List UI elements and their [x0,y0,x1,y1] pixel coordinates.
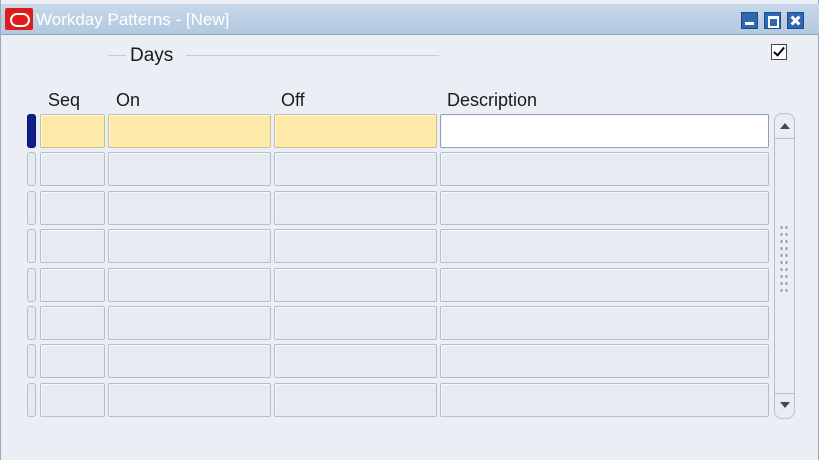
description-field[interactable] [440,344,769,378]
close-icon[interactable] [787,12,804,29]
description-field[interactable] [440,191,769,225]
scroll-up-arrow-icon[interactable] [776,117,793,137]
row-selector[interactable] [27,152,36,186]
seq-field[interactable] [40,306,105,340]
description-field[interactable] [440,268,769,302]
on-field[interactable] [108,268,271,302]
window-title: Workday Patterns - [New] [36,10,230,29]
row-selector[interactable] [27,306,36,340]
off-field[interactable] [274,152,437,186]
scroll-separator [775,138,794,139]
minimize-icon[interactable] [741,12,758,29]
off-field[interactable] [274,344,437,378]
off-field[interactable] [274,229,437,263]
title-bar[interactable]: Workday Patterns - [New] [1,4,819,35]
column-header-on: On [116,90,141,110]
row-selector[interactable] [27,229,36,263]
row-selector[interactable] [27,344,36,378]
on-field[interactable] [108,191,271,225]
column-header-off: Off [281,90,305,110]
on-field[interactable] [108,344,271,378]
days-checkbox[interactable] [771,44,787,60]
scroll-thumb-grip[interactable] [779,224,790,296]
row-selector[interactable] [27,191,36,225]
seq-field[interactable] [40,114,105,148]
on-field[interactable] [108,229,271,263]
row-selector[interactable] [27,383,36,417]
description-field[interactable] [440,229,769,263]
column-header-description: Description [447,90,538,110]
off-field[interactable] [274,383,437,417]
row-selector[interactable] [27,114,36,148]
seq-field[interactable] [40,344,105,378]
scroll-separator [775,393,794,394]
seq-field[interactable] [40,152,105,186]
vertical-scrollbar[interactable] [774,113,795,419]
description-field[interactable] [440,383,769,417]
on-field[interactable] [108,114,271,148]
seq-field[interactable] [40,383,105,417]
workday-patterns-window: Workday Patterns - [New] Days Seq On Off… [0,0,819,460]
off-field[interactable] [274,114,437,148]
off-field[interactable] [274,306,437,340]
maximize-icon[interactable] [764,12,781,29]
description-field[interactable] [440,114,769,148]
on-field[interactable] [108,383,271,417]
off-field[interactable] [274,268,437,302]
section-divider-left [108,55,126,56]
description-field[interactable] [440,152,769,186]
row-selector[interactable] [27,268,36,302]
section-label-days: Days [130,45,174,66]
description-field[interactable] [440,306,769,340]
oracle-logo-icon [5,8,33,30]
on-field[interactable] [108,306,271,340]
on-field[interactable] [108,152,271,186]
seq-field[interactable] [40,191,105,225]
scroll-down-arrow-icon[interactable] [776,395,793,415]
seq-field[interactable] [40,229,105,263]
off-field[interactable] [274,191,437,225]
seq-field[interactable] [40,268,105,302]
section-divider-right [186,55,439,56]
column-header-seq: Seq [48,90,81,110]
